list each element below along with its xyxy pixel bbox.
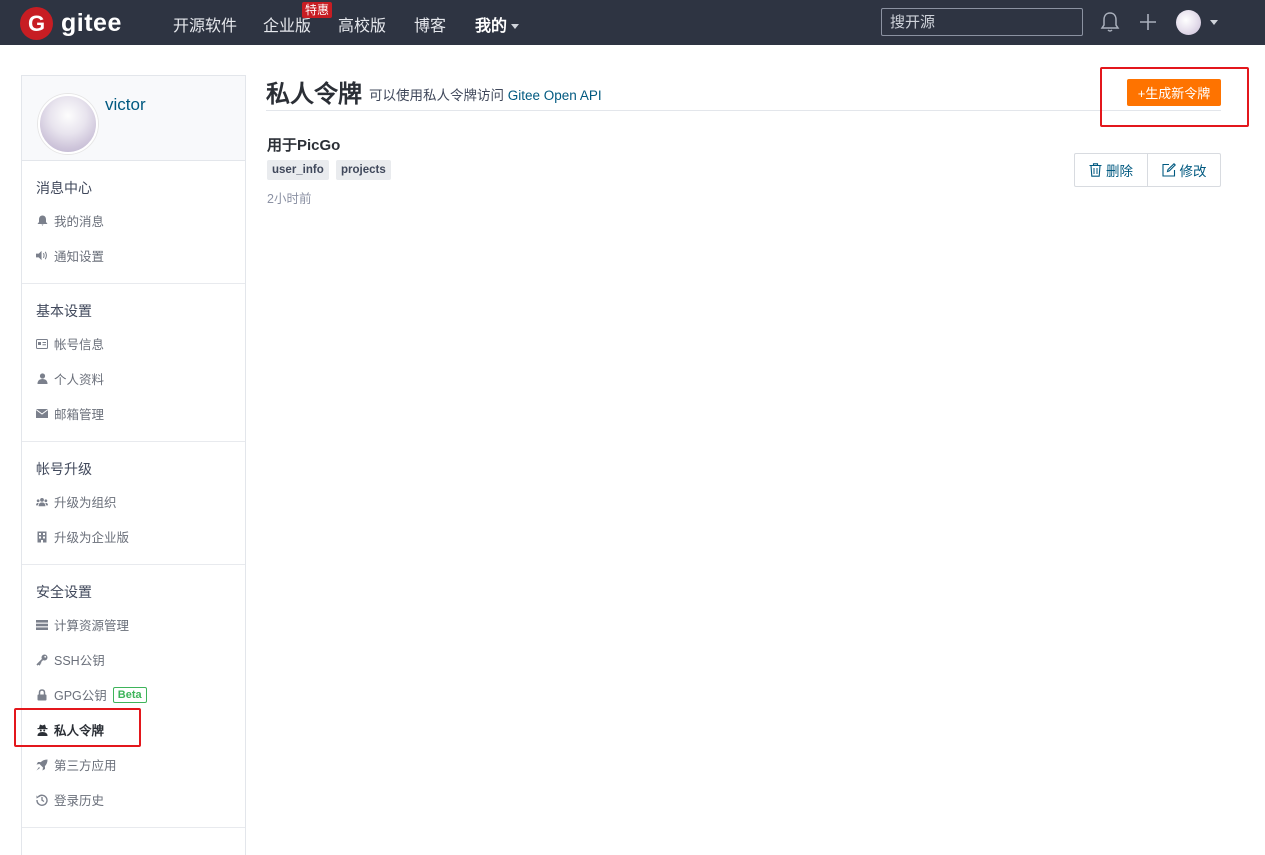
sidebar-item-label: 个人资料 (54, 373, 105, 387)
volume-icon (36, 250, 48, 262)
sidebar-item-label: 通知设置 (54, 250, 105, 264)
sidebar-group-messages: 消息中心 我的消息 通知设置 (22, 161, 245, 284)
token-created-time: 2小时前 (267, 192, 312, 206)
nav-mine-label: 我的 (475, 18, 508, 35)
sidebar-item-gpg-keys[interactable]: GPG公钥 Beta (22, 677, 245, 712)
user-icon (36, 373, 48, 385)
sidebar-item-label: 帐号信息 (54, 338, 105, 352)
highlight-box (14, 708, 141, 747)
sidebar-item-profile[interactable]: 个人资料 (22, 361, 245, 396)
profile-card: victor (22, 76, 245, 161)
nav-university[interactable]: 高校版 (338, 12, 386, 36)
sidebar-item-email[interactable]: 邮箱管理 (22, 396, 245, 431)
sidebar-item-third-party-apps[interactable]: 第三方应用 (22, 747, 245, 782)
server-icon (36, 619, 48, 631)
sidebar-item-login-history[interactable]: 登录历史 (22, 782, 245, 817)
nav-promo-badge: 特惠 (302, 2, 333, 18)
sidebar-group-basic: 基本设置 帐号信息 个人资料 邮箱管理 (22, 284, 245, 442)
sidebar-item-notify-settings[interactable]: 通知设置 (22, 238, 245, 273)
search-input[interactable] (881, 8, 1083, 36)
sidebar-item-label: 第三方应用 (54, 759, 117, 773)
sidebar-item-label: SSH公钥 (54, 654, 105, 668)
bell-icon[interactable] (1100, 11, 1120, 38)
chevron-down-icon[interactable] (1210, 20, 1218, 25)
sidebar-item-label: 登录历史 (54, 794, 105, 808)
delete-token-label: 删除 (1106, 164, 1133, 179)
lock-icon (36, 688, 48, 701)
edit-icon (1161, 163, 1176, 177)
sidebar-item-account-info[interactable]: 帐号信息 (22, 326, 245, 361)
plus-icon[interactable] (1138, 11, 1158, 38)
sidebar-item-label: 计算资源管理 (54, 619, 130, 633)
title-divider (266, 110, 1221, 111)
nav-mine[interactable]: 我的 (475, 12, 520, 36)
open-api-link[interactable]: Gitee Open API (508, 88, 602, 103)
gitee-logo-text: gitee (61, 9, 122, 37)
page-description: 可以使用私人令牌访问 Gitee Open API (369, 84, 602, 104)
edit-token-label: 修改 (1179, 164, 1207, 179)
avatar[interactable] (1176, 10, 1201, 35)
token-scope-badge: projects (336, 160, 391, 180)
sidebar-group-title: 基本设置 (36, 303, 92, 319)
envelope-icon (36, 408, 48, 420)
token-scope-badge: user_info (267, 160, 329, 180)
sidebar-item-label: 升级为企业版 (54, 531, 130, 545)
rocket-icon (36, 759, 48, 771)
sidebar-item-upgrade-enterprise[interactable]: 升级为企业版 (22, 519, 245, 554)
history-icon (36, 794, 48, 806)
sidebar-group-title: 安全设置 (36, 584, 92, 600)
building-icon (36, 531, 48, 543)
highlight-box (1100, 67, 1249, 127)
sidebar-item-label: 升级为组织 (54, 496, 117, 510)
avatar[interactable] (38, 94, 98, 154)
delete-token-button[interactable]: 删除 (1075, 154, 1147, 186)
sidebar-group-upgrade: 帐号升级 升级为组织 升级为企业版 (22, 442, 245, 565)
bell-icon (36, 215, 48, 227)
sidebar-group-title: 消息中心 (36, 180, 92, 196)
profile-username[interactable]: victor (105, 95, 146, 115)
users-icon (36, 496, 48, 508)
sidebar-item-upgrade-org[interactable]: 升级为组织 (22, 484, 245, 519)
token-name: 用于PicGo (267, 137, 341, 154)
sidebar-item-ssh-keys[interactable]: SSH公钥 (22, 642, 245, 677)
sidebar-item-label: 邮箱管理 (54, 408, 105, 422)
token-actions: 删除 修改 (1074, 153, 1221, 187)
trash-icon (1089, 163, 1102, 177)
nav-blog[interactable]: 博客 (414, 12, 446, 36)
sidebar-group-security: 安全设置 计算资源管理 SSH公钥 GPG公钥 Beta 私人令牌 第三方应用 … (22, 565, 245, 828)
page-title: 私人令牌 (266, 81, 362, 108)
key-icon (36, 654, 48, 666)
id-card-icon (36, 338, 48, 350)
nav-open-source[interactable]: 开源软件 (173, 12, 237, 36)
edit-token-button[interactable]: 修改 (1147, 154, 1220, 186)
gitee-logo[interactable]: G gitee (20, 7, 122, 40)
sidebar-item-label: GPG公钥 (54, 689, 107, 703)
sidebar-group-title: 帐号升级 (36, 461, 92, 477)
sidebar-item-label: 我的消息 (54, 215, 105, 229)
page-description-text: 可以使用私人令牌访问 (369, 88, 508, 103)
gitee-logo-icon: G (20, 7, 53, 40)
chevron-down-icon (511, 24, 520, 30)
top-nav-bar: G gitee 开源软件 企业版 特惠 高校版 博客 我的 (0, 0, 1265, 45)
sidebar-item-compute-resources[interactable]: 计算资源管理 (22, 607, 245, 642)
sidebar-item-my-messages[interactable]: 我的消息 (22, 203, 245, 238)
beta-badge: Beta (112, 686, 147, 703)
